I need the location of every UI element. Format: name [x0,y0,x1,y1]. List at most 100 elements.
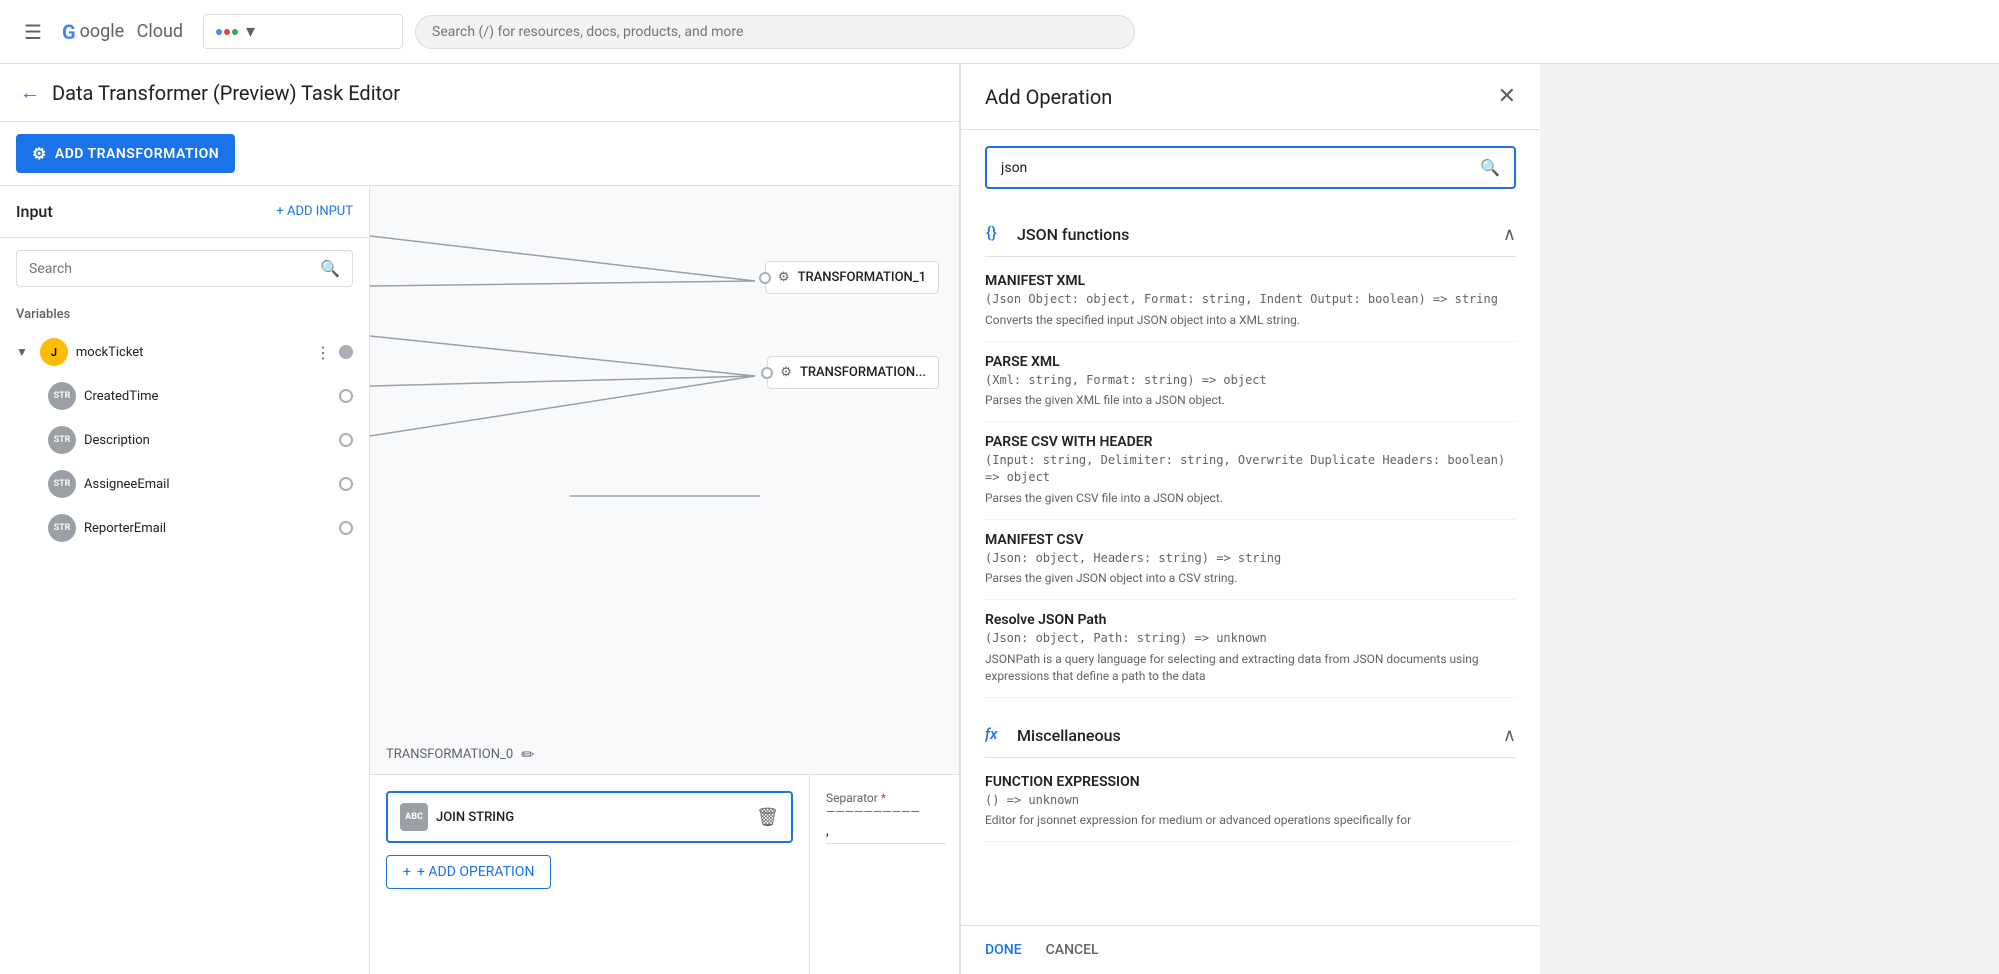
manifest-xml-description: Converts the specified input JSON object… [985,312,1516,329]
separator-value[interactable]: , [826,823,946,844]
variables-search-input[interactable] [29,261,312,277]
json-functions-title: {} JSON functions [985,221,1129,248]
panel-search-input[interactable] [1001,160,1472,176]
google-cloud-logo: Google Cloud [62,20,183,44]
str-badge: STR [48,382,76,410]
back-button[interactable]: ← [20,80,40,105]
json-functions-category: {} JSON functions ∧ [985,205,1516,257]
cloud-text: Cloud [137,21,183,42]
dot-blue [216,29,222,35]
left-panel: ← Data Transformer (Preview) Task Editor… [0,64,960,974]
variable-menu-icon[interactable]: ⋮ [315,343,331,362]
panel-search-icon: 🔍 [1480,158,1500,177]
transformation-node-1[interactable]: ⚙ TRANSFORMATION_1 [765,261,939,294]
op-node-label: JOIN STRING [436,810,514,825]
panel-body: {} JSON functions ∧ MANIFEST XML (Json O… [961,205,1540,925]
manifest-csv-signature: (Json: object, Headers: string) => strin… [985,550,1516,567]
parse-xml-name: PARSE XML [985,354,1516,370]
list-item[interactable]: FUNCTION EXPRESSION () => unknown Editor… [985,762,1516,843]
project-selector[interactable]: ▾ [203,14,403,49]
transformation-2-label: TRANSFORMATION... [800,365,926,380]
variable-connector [339,433,353,447]
transformation-0-name: TRANSFORMATION_0 [386,747,513,762]
variables-section-label: Variables [0,299,369,330]
gear-icon: ⚙ [778,270,790,285]
add-input-button[interactable]: + ADD INPUT [276,204,353,219]
transformation-node-2[interactable]: ⚙ TRANSFORMATION... [767,356,939,389]
hamburger-menu[interactable]: ☰ [16,12,50,52]
join-string-node[interactable]: ABC JOIN STRING 🗑 [386,791,793,843]
search-icon: 🔍 [320,259,340,278]
page-title: Data Transformer (Preview) Task Editor [52,81,400,105]
node-connector-left-2 [761,367,773,379]
canvas-area: Input + ADD INPUT 🔍 Variables ▼ J mockTi… [0,186,959,974]
google-g: G [62,20,76,44]
main-content: ← Data Transformer (Preview) Task Editor… [0,64,1999,974]
list-item[interactable]: PARSE XML (Xml: string, Format: string) … [985,342,1516,423]
expand-arrow-icon: ▼ [16,345,28,359]
panel-search-box[interactable]: 🔍 [985,146,1516,189]
project-dots [216,29,238,35]
list-item[interactable]: MANIFEST CSV (Json: object, Headers: str… [985,520,1516,601]
list-item[interactable]: MANIFEST XML (Json Object: object, Forma… [985,261,1516,342]
misc-collapse-button[interactable]: ∧ [1503,725,1516,746]
add-op-label: + ADD OPERATION [417,864,534,880]
delete-button[interactable]: 🗑 [756,807,779,828]
close-button[interactable]: ✕ [1498,84,1516,109]
gear-icon: ⚙ [32,144,47,163]
google-oogle: oogle [80,21,125,42]
str-badge: STR [48,426,76,454]
panel-footer: DONE CANCEL [961,925,1540,974]
json-functions-list: MANIFEST XML (Json Object: object, Forma… [985,261,1516,698]
manifest-csv-name: MANIFEST CSV [985,532,1516,548]
add-operation-button[interactable]: + + ADD OPERATION [386,855,551,889]
input-label: Input [16,202,53,221]
resolve-json-path-signature: (Json: object, Path: string) => unknown [985,630,1516,647]
parse-csv-description: Parses the given CSV file into a JSON ob… [985,490,1516,507]
variable-connector [339,521,353,535]
fx-icon: ƒx [985,722,1007,749]
parse-csv-name: PARSE CSV WITH HEADER [985,434,1516,450]
list-item[interactable]: STR CreatedTime [0,374,369,418]
toolbar: ⚙ ADD TRANSFORMATION [0,122,959,186]
list-item[interactable]: STR Description [0,418,369,462]
miscellaneous-label: Miscellaneous [1017,726,1121,745]
global-search-bar[interactable] [415,15,1135,49]
cancel-button[interactable]: CANCEL [1046,942,1099,958]
list-item[interactable]: STR AssigneeEmail [0,462,369,506]
parse-xml-description: Parses the given XML file into a JSON ob… [985,392,1516,409]
add-transformation-label: ADD TRANSFORMATION [55,146,219,162]
panel-title: Add Operation [985,85,1112,109]
variable-name-reporteremail: ReporterEmail [84,521,331,536]
list-item[interactable]: STR ReporterEmail [0,506,369,550]
resolve-json-path-description: JSONPath is a query language for selecti… [985,651,1516,685]
str-badge: STR [48,470,76,498]
global-search-input[interactable] [432,24,1118,40]
variable-name-description: Description [84,433,331,448]
variable-connector [339,389,353,403]
input-header: Input + ADD INPUT [0,186,369,238]
variables-search-box[interactable]: 🔍 [16,250,353,287]
json-collapse-button[interactable]: ∧ [1503,224,1516,245]
resolve-json-path-name: Resolve JSON Path [985,612,1516,628]
str-badge: STR [48,514,76,542]
list-item[interactable]: PARSE CSV WITH HEADER (Input: string, De… [985,422,1516,519]
parse-csv-signature: (Input: string, Delimiter: string, Overw… [985,452,1516,486]
list-item[interactable]: Resolve JSON Path (Json: object, Path: s… [985,600,1516,697]
title-bar: ← Data Transformer (Preview) Task Editor [0,64,959,122]
edit-icon[interactable]: ✏ [521,745,534,764]
list-item[interactable]: ▼ J mockTicket ⋮ [0,330,369,374]
miscellaneous-title: ƒx Miscellaneous [985,722,1121,749]
manifest-xml-signature: (Json Object: object, Format: string, In… [985,291,1516,308]
required-marker: * [881,791,886,805]
add-transformation-button[interactable]: ⚙ ADD TRANSFORMATION [16,134,235,173]
node-connector-left [759,272,771,284]
miscellaneous-list: FUNCTION EXPRESSION () => unknown Editor… [985,762,1516,843]
svg-text:ƒx: ƒx [985,725,998,743]
done-button[interactable]: DONE [985,942,1022,958]
variables-panel: Input + ADD INPUT 🔍 Variables ▼ J mockTi… [0,186,370,974]
op-node-badge: ABC [400,803,428,831]
variable-connector [339,345,353,359]
dot-green [232,29,238,35]
top-navigation: ☰ Google Cloud ▾ [0,0,1999,64]
